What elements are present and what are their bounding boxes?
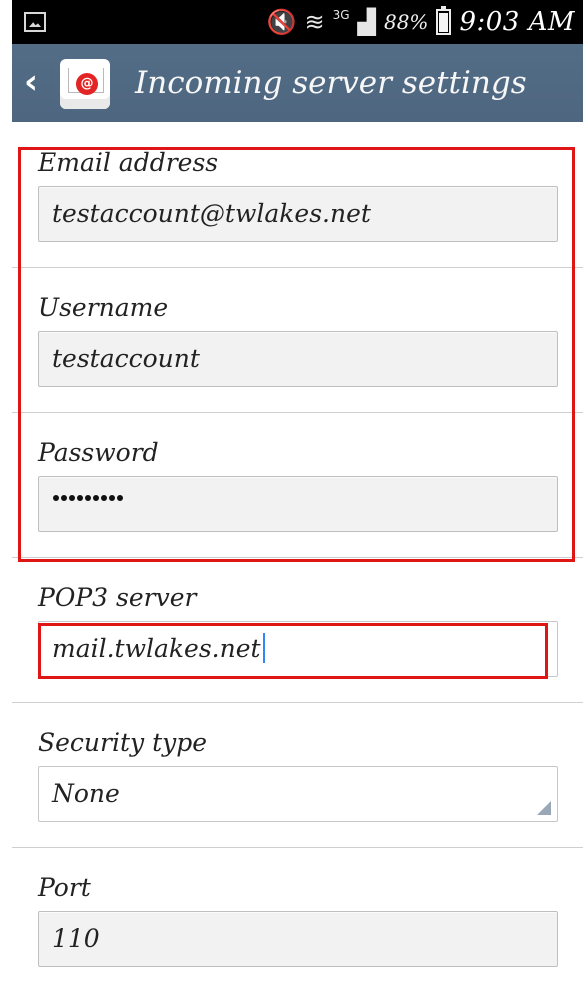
port-label: Port (38, 873, 91, 902)
back-arrow-icon[interactable]: ‹ (24, 62, 52, 102)
pop3-server-section: POP3 server mail.twlakes.net (12, 557, 583, 702)
gallery-icon (24, 12, 46, 32)
security-type-value: None (52, 779, 120, 808)
username-label: Username (38, 293, 169, 322)
email-value: testaccount@twlakes.net (52, 199, 371, 228)
password-mask (53, 495, 123, 505)
password-dot (85, 495, 91, 501)
security-type-label: Security type (38, 728, 208, 757)
password-dot (101, 495, 107, 501)
port-section: Port 110 (12, 847, 583, 992)
password-dot (93, 495, 99, 501)
battery-percentage: 88% (383, 10, 429, 34)
network-type-label: 3G (332, 8, 350, 22)
text-cursor (262, 633, 265, 663)
page-title: Incoming server settings (135, 65, 527, 101)
password-dot (69, 495, 75, 501)
password-label: Password (38, 438, 159, 467)
username-value: testaccount (52, 344, 200, 373)
password-dot (53, 495, 59, 501)
pop3-server-value-wrap: mail.twlakes.net (52, 633, 265, 665)
email-field[interactable]: testaccount@twlakes.net (38, 186, 558, 242)
port-field[interactable]: 110 (38, 911, 558, 967)
top-app-bar: ‹ @ Incoming server settings (12, 44, 583, 122)
email-label: Email address (38, 148, 219, 177)
security-type-select[interactable]: None (38, 766, 558, 822)
status-bar: 🔇 ≋ 3G ▟ 88% 9:03 AM (12, 0, 583, 44)
security-type-section: Security type None (12, 702, 583, 847)
pop3-server-label: POP3 server (38, 583, 197, 612)
password-dot (77, 495, 83, 501)
status-time: 9:03 AM (459, 7, 575, 37)
email-app-icon: @ (60, 59, 110, 109)
status-icons: 🔇 ≋ 3G ▟ 88% 9:03 AM (267, 4, 575, 40)
password-field[interactable] (38, 476, 558, 532)
username-field[interactable]: testaccount (38, 331, 558, 387)
wifi-icon: ≋ (304, 8, 325, 36)
pop3-server-field[interactable]: mail.twlakes.net (38, 621, 558, 677)
password-dot (109, 495, 115, 501)
dropdown-corner-icon (537, 801, 551, 815)
incoming-server-form: Email address testaccount@twlakes.net Us… (12, 122, 583, 985)
signal-icon: ▟ (357, 8, 376, 36)
password-dot (117, 495, 123, 501)
port-value: 110 (52, 924, 100, 953)
password-dot (61, 495, 67, 501)
battery-icon (436, 6, 452, 35)
pop3-server-value: mail.twlakes.net (52, 634, 261, 663)
password-section: Password (12, 412, 583, 557)
username-section: Username testaccount (12, 267, 583, 412)
email-section: Email address testaccount@twlakes.net (12, 122, 583, 267)
mute-icon: 🔇 (266, 8, 297, 36)
at-symbol-icon: @ (76, 73, 98, 95)
